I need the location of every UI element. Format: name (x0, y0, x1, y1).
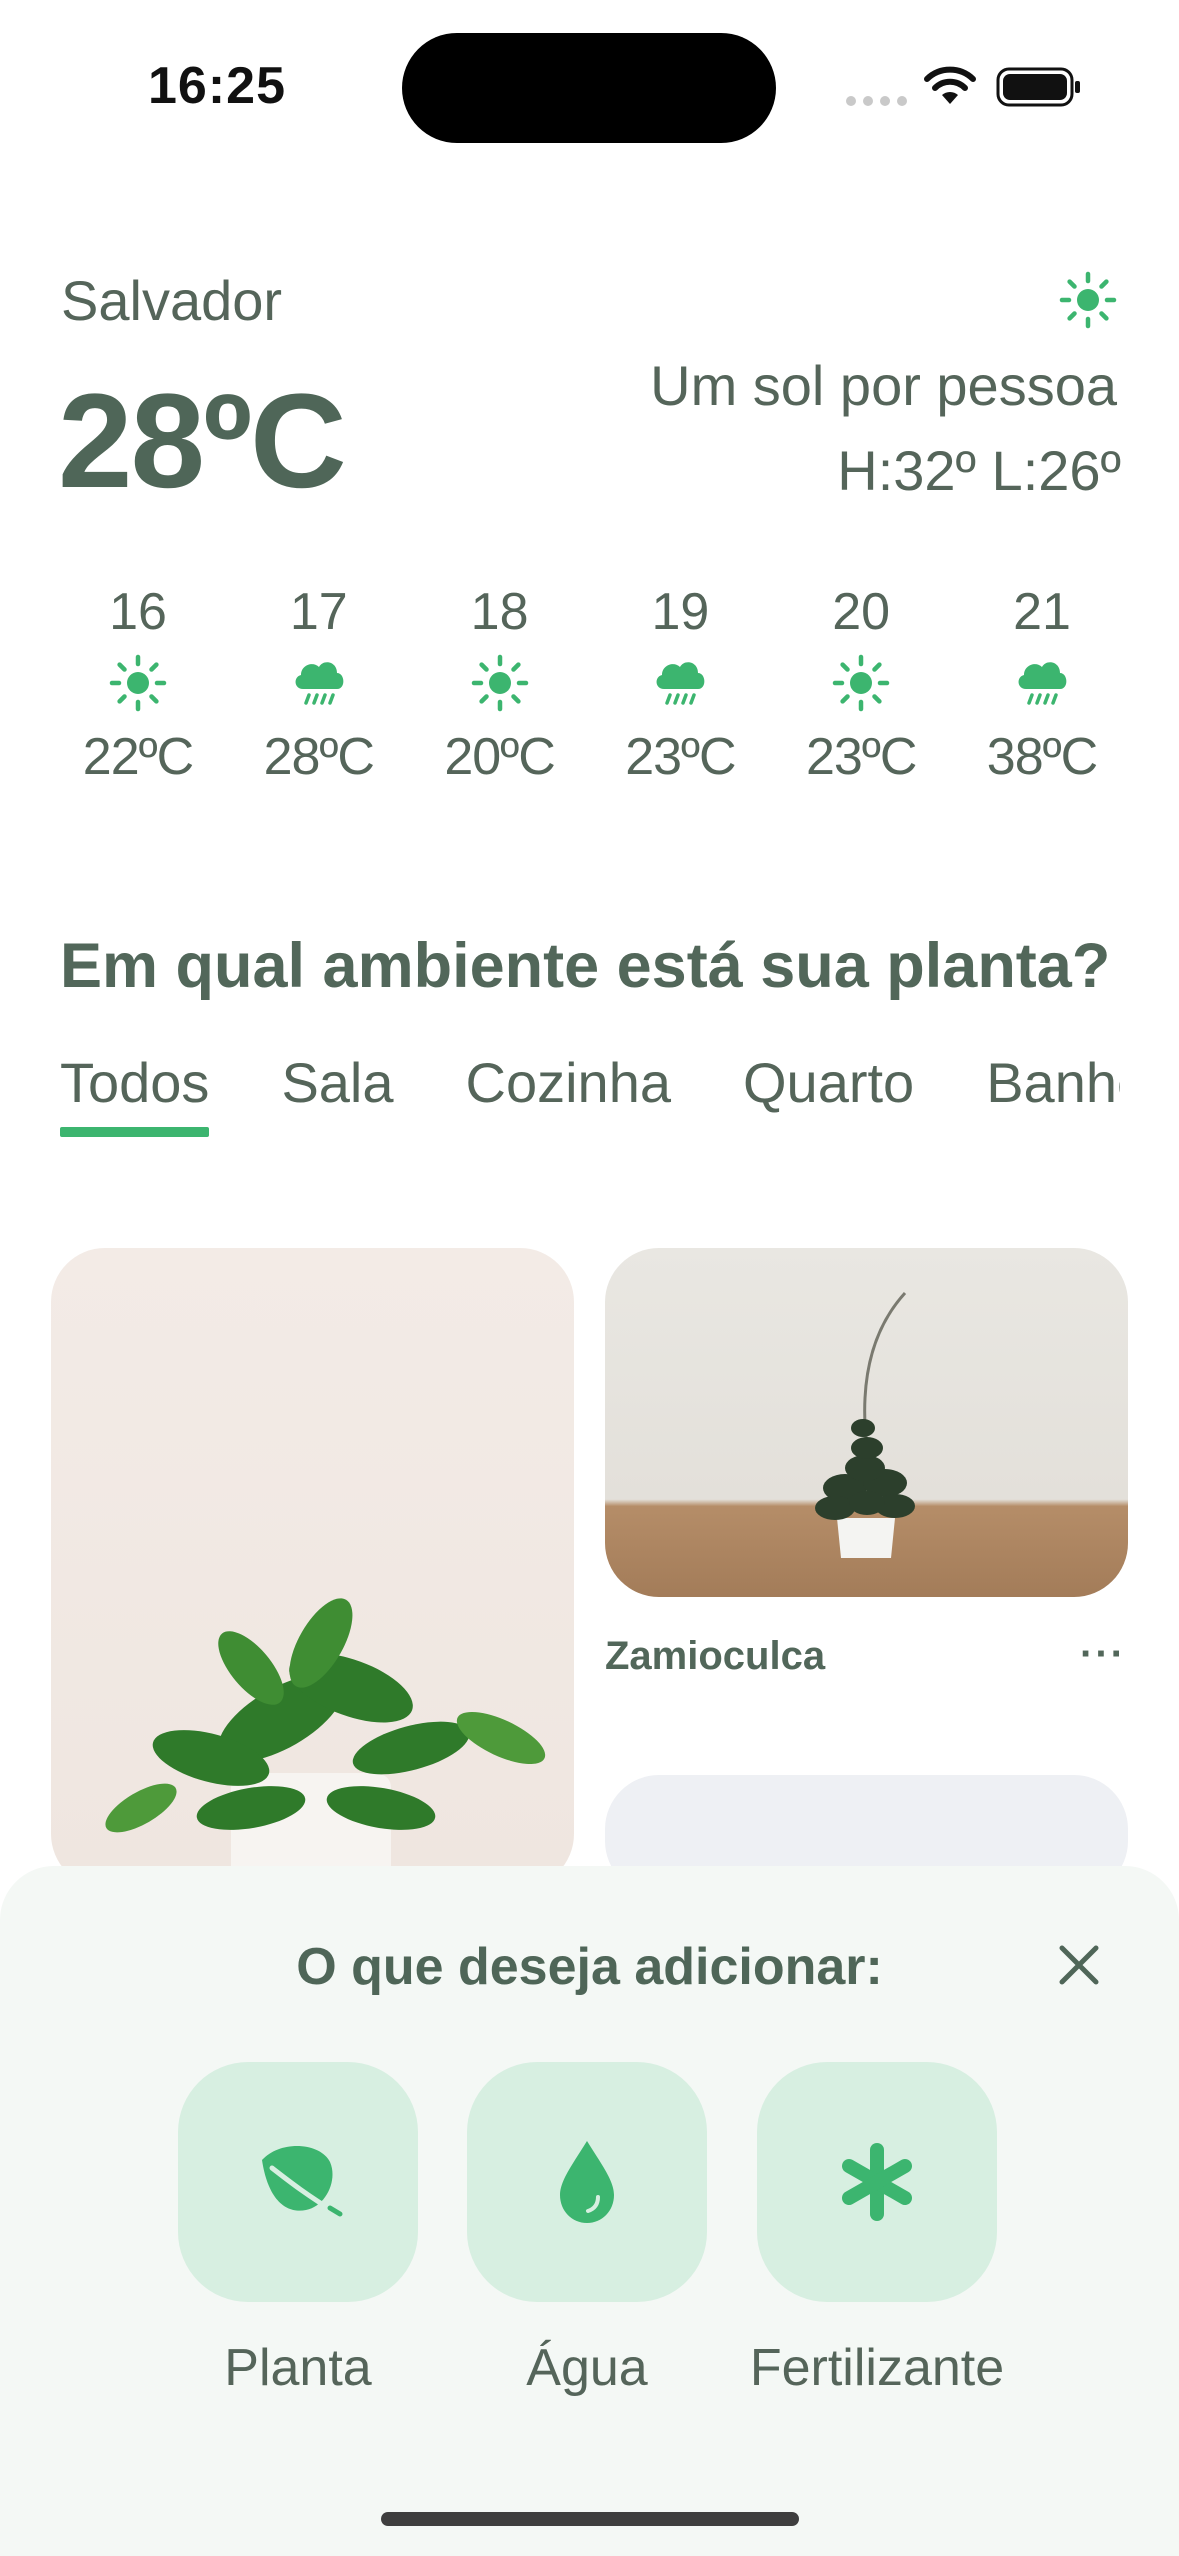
plant-card-image-pothos[interactable] (51, 1248, 574, 1888)
sun-icon (470, 644, 530, 722)
add-plant-button[interactable] (178, 2062, 418, 2302)
forecast-temperature: 28ºC (263, 728, 375, 786)
add-water-option[interactable]: Água (467, 2062, 707, 2398)
forecast-day: 19 23ºC (590, 580, 770, 792)
leaf-icon (262, 2145, 343, 2217)
tab-quarto[interactable]: Quarto (743, 1050, 914, 1137)
plant-photo (815, 1291, 915, 1558)
city-name: Salvador (61, 269, 283, 332)
plant-card-image-zamioculca[interactable] (605, 1248, 1128, 1597)
sun-icon (108, 644, 168, 722)
option-label-plant: Planta (224, 2339, 372, 2397)
forecast-temperature: 22ºC (82, 728, 194, 786)
asterisk-icon (842, 2143, 912, 2221)
close-icon[interactable] (1052, 1938, 1106, 1992)
rain-cloud-icon (289, 644, 349, 722)
sheet-title: O que deseja adicionar: (296, 1938, 883, 1996)
forecast-temperature: 23ºC (625, 728, 736, 786)
forecast-day: 21 38ºC (952, 580, 1132, 792)
tab-cozinha[interactable]: Cozinha (466, 1050, 671, 1137)
forecast-temperature: 23ºC (805, 728, 917, 786)
forecast-day-label: 18 (470, 583, 529, 641)
more-options-button[interactable]: ··· (1080, 1632, 1126, 1677)
add-water-button[interactable] (467, 2062, 707, 2302)
option-label-water: Água (526, 2339, 648, 2397)
forecast-day: 20 23ºC (771, 580, 951, 792)
sun-icon (1058, 270, 1118, 330)
water-drop-icon (560, 2141, 614, 2223)
forecast-day: 17 28ºC (229, 580, 409, 792)
rooms-title: Em qual ambiente está sua planta? (60, 931, 1111, 1001)
add-fertilizer-button[interactable] (757, 2062, 997, 2302)
forecast-day: 16 22ºC (48, 580, 228, 792)
high-low-temperature: H:32º L:26º (837, 439, 1121, 502)
status-time: 16:25 (148, 57, 286, 115)
tab-banhe[interactable]: Banhe (986, 1050, 1120, 1137)
plant-name[interactable]: Zamioculca (605, 1634, 825, 1679)
plant-photo (105, 1598, 546, 1868)
add-fertilizer-option[interactable]: Fertilizante (750, 2062, 1004, 2398)
home-indicator[interactable] (381, 2512, 799, 2526)
option-label-fertilizer: Fertilizante (749, 2339, 1005, 2397)
room-tabs: Todos Sala Cozinha Quarto Banhe (60, 1050, 1120, 1150)
rain-cloud-icon (1012, 644, 1072, 722)
forecast-day-label: 20 (832, 583, 891, 641)
current-temperature: 28ºC (58, 367, 347, 516)
forecast-temperature: 20ºC (444, 728, 555, 786)
rain-cloud-icon (650, 644, 710, 722)
cellular-signal-icon (846, 96, 907, 106)
daily-forecast: 16 22ºC 17 28ºC 18 20ºC 19 23ºC 20 23ºC 21 38ºC (48, 580, 1132, 792)
wifi-icon (924, 66, 976, 104)
tab-todos[interactable]: Todos (60, 1050, 210, 1137)
tab-sala[interactable]: Sala (281, 1050, 393, 1137)
sun-icon (831, 644, 891, 722)
add-plant-option[interactable]: Planta (178, 2062, 418, 2398)
forecast-day-label: 19 (651, 583, 710, 641)
forecast-day-label: 21 (1013, 583, 1071, 641)
dynamic-island (402, 33, 776, 143)
weather-summary: Um sol por pessoa (650, 354, 1117, 417)
forecast-day-label: 16 (109, 583, 167, 641)
battery-icon (996, 67, 1080, 107)
forecast-day: 18 20ºC (410, 580, 590, 792)
forecast-day-label: 17 (289, 583, 348, 641)
forecast-temperature: 38ºC (986, 728, 1098, 786)
